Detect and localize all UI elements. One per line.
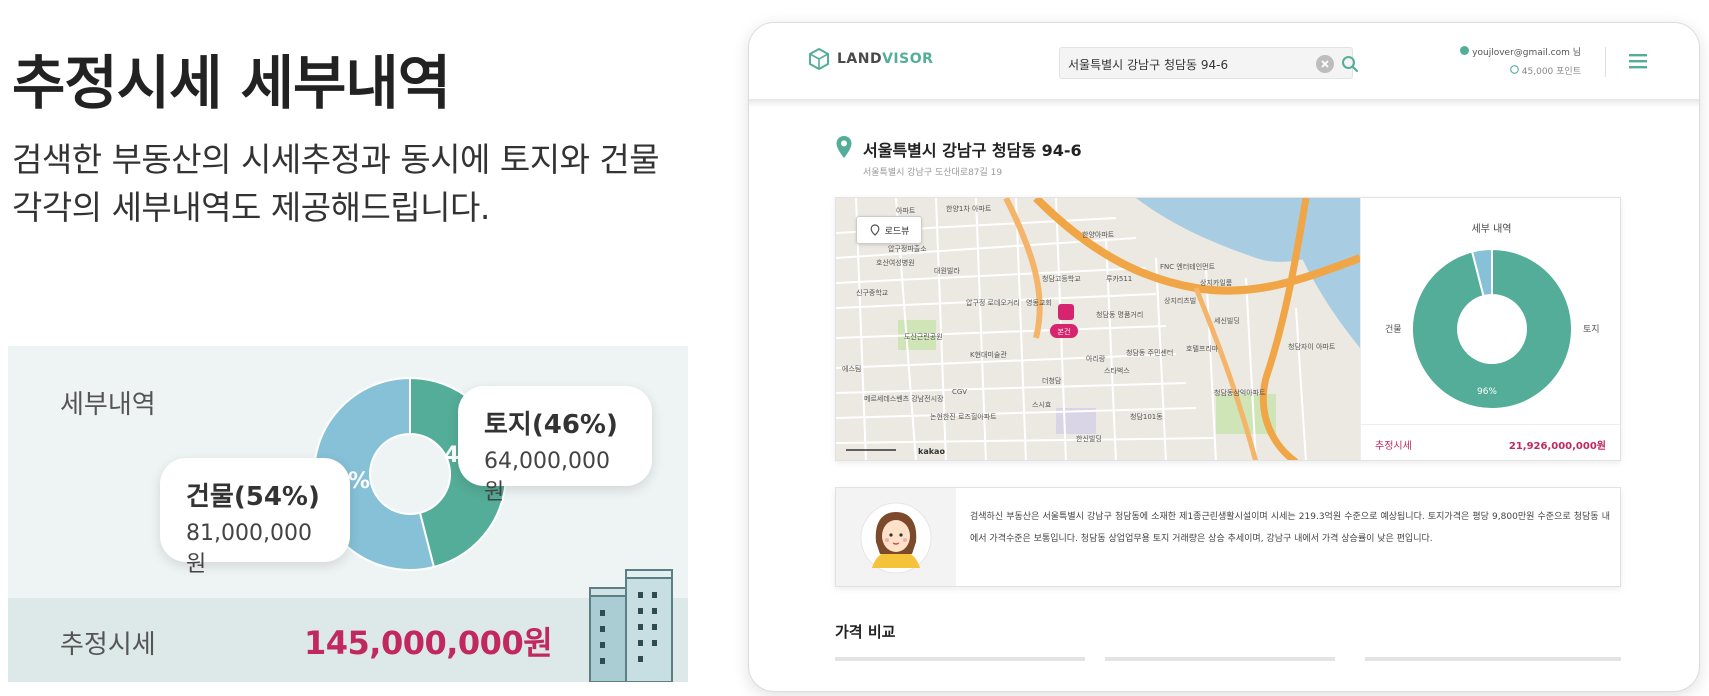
map-place-label: 한양1차 아파트 bbox=[946, 205, 992, 213]
map-place-label: 한신빌딩 bbox=[1076, 435, 1102, 443]
map-place-label: 청담자이 아파트 bbox=[1288, 343, 1336, 351]
land-label: 토지 bbox=[1583, 325, 1600, 335]
target-marker-label: 본건 bbox=[1058, 327, 1071, 336]
map-place-label: 스시효 bbox=[1032, 401, 1052, 409]
promo-subtext: 검색한 부동산의 시세추정과 동시에 토지와 건물 각각의 세부내역도 제공해드… bbox=[12, 140, 660, 227]
map-place-label: 아리랑 bbox=[1086, 355, 1106, 363]
land-share-amount: 64,000,000원 bbox=[484, 449, 610, 505]
map-place-label: 압구정파출소 bbox=[888, 245, 927, 253]
location-pin-icon bbox=[836, 136, 852, 158]
building-label: 건물 bbox=[1385, 325, 1402, 335]
points-icon bbox=[1510, 65, 1519, 74]
map-place-label: 청담동 주민센터 bbox=[1126, 349, 1174, 357]
map-place-label: 신구중학교 bbox=[856, 289, 889, 297]
detail-breakdown-card: 세부내역 % 4 토지(46%) 64,000,000원 건물(54%) 81,… bbox=[8, 346, 688, 682]
map-place-label: 호텔프리마 bbox=[1186, 345, 1219, 353]
building-share-amount: 81,000,000원 bbox=[186, 521, 312, 577]
comparison-tabs-strip bbox=[835, 657, 1621, 663]
headline: 추정시세 세부내역 bbox=[12, 49, 451, 117]
map-place-label: 청담101동 bbox=[1130, 413, 1163, 421]
logo-text-prefix: LAND bbox=[837, 51, 883, 67]
map-place-label: 에스팀 bbox=[842, 365, 862, 373]
donut-percent-label: 96% bbox=[1477, 387, 1497, 397]
price-comparison-title: 가격 비교 bbox=[835, 623, 896, 641]
logo-text-accent: VISOR bbox=[882, 51, 934, 67]
user-email-text: youjlover@gmail.com 님 bbox=[1472, 48, 1581, 58]
user-email: youjlover@gmail.com 님 bbox=[1449, 45, 1581, 58]
building-share-title: 건물(54%) bbox=[186, 482, 320, 512]
map-place-label: 청담고등학교 bbox=[1042, 275, 1081, 283]
map-attribution: kakao bbox=[918, 447, 945, 456]
roadview-button[interactable]: 로드뷰 bbox=[856, 216, 922, 244]
buildings-illustration bbox=[589, 569, 673, 682]
map-place-label: 청담동삼익아파트 bbox=[1214, 389, 1266, 397]
map-place-label: 스타벅스 bbox=[1104, 367, 1130, 375]
donut-peek-left-label: % bbox=[348, 469, 370, 494]
map-place-label: 압구정 로데오거리 bbox=[966, 299, 1020, 307]
map-place-label: 청담동 명품거리 bbox=[1096, 311, 1144, 319]
user-points: 45,000 포인트 bbox=[1449, 64, 1581, 77]
hamburger-menu-icon bbox=[1629, 54, 1647, 69]
map-detail-card: 본건 로드뷰 아파트 한양1차 아파트 압구정파출소 호산여성병원 대원빌라 신… bbox=[835, 197, 1621, 461]
detail-card-title: 세부내역 bbox=[60, 390, 156, 420]
user-icon bbox=[1460, 46, 1470, 55]
app-header: LANDVISOR youjlover@gmail.com 님 45,000 포… bbox=[749, 23, 1699, 99]
land-share-title: 토지(46%) bbox=[484, 410, 618, 440]
land-share-bubble: 토지(46%) 64,000,000원 bbox=[458, 386, 652, 505]
menu-button[interactable] bbox=[1627, 51, 1649, 71]
map-view[interactable]: 본건 로드뷰 아파트 한양1차 아파트 압구정파출소 호산여성병원 대원빌라 신… bbox=[836, 198, 1360, 460]
map-place-label: 상지리츠빌 bbox=[1164, 297, 1197, 305]
close-icon bbox=[1321, 60, 1329, 68]
cube-logo-icon bbox=[809, 47, 829, 71]
search-input[interactable] bbox=[1068, 53, 1288, 75]
estimated-price-label: 추정시세 bbox=[60, 630, 156, 660]
map-place-label: CGV bbox=[952, 388, 968, 396]
map-place-label: 더청담 bbox=[1042, 377, 1062, 385]
map-place-label: 세신빌딩 bbox=[1214, 317, 1240, 325]
search-button[interactable] bbox=[1340, 54, 1360, 74]
address-title: 서울특별시 강남구 청담동 94-6 bbox=[863, 141, 1082, 160]
detail-panel-donut-chart: 96% bbox=[1411, 247, 1573, 410]
map-place-label: 도산근린공원 bbox=[904, 333, 943, 341]
clear-search-button[interactable] bbox=[1316, 55, 1334, 73]
map-place-label: K현대미술관 bbox=[970, 351, 1007, 359]
map-place-label: 영동교회 bbox=[1026, 299, 1052, 307]
map-place-label: 상지카일룸 bbox=[1200, 279, 1233, 287]
roadview-label: 로드뷰 bbox=[884, 226, 910, 237]
landvisor-logo[interactable]: LANDVISOR bbox=[807, 47, 933, 71]
road-address: 서울특별시 강남구 도산대로87길 19 bbox=[863, 168, 1003, 178]
detail-panel: 세부 내역 96% 건물 토지 추정시세 21,926,000,000원 bbox=[1360, 198, 1620, 460]
app-window: LANDVISOR youjlover@gmail.com 님 45,000 포… bbox=[748, 22, 1700, 692]
detail-panel-price-label: 추정시세 bbox=[1375, 441, 1412, 452]
advisor-avatar bbox=[860, 502, 932, 574]
header-shadow bbox=[749, 99, 1699, 107]
detail-panel-price-value: 21,926,000,000원 bbox=[1508, 441, 1606, 452]
map-place-label: 호산여성병원 bbox=[876, 259, 915, 267]
map-place-label: FNC 엔터테인먼트 bbox=[1160, 263, 1216, 271]
logo-text: LANDVISOR bbox=[837, 51, 933, 67]
detail-panel-title: 세부 내역 bbox=[1471, 224, 1512, 235]
search-box bbox=[1059, 47, 1359, 79]
ai-summary-card: 검색하신 부동산은 서울특별시 강남구 청담동에 소재한 제1종근린생활시설이며… bbox=[835, 487, 1621, 587]
map-place-label: 대원빌라 bbox=[934, 267, 960, 275]
map-place-label: 아파트 bbox=[896, 207, 916, 215]
summary-text: 검색하신 부동산은 서울특별시 강남구 청담동에 소재한 제1종근린생활시설이며… bbox=[970, 512, 1610, 544]
user-points-text: 45,000 포인트 bbox=[1521, 67, 1581, 77]
map-place-label: 논현한진 로즈힐아파트 bbox=[930, 413, 997, 421]
map-place-label: 한양아파트 bbox=[1082, 231, 1115, 239]
map-place-label: 메르세데스벤츠 강남전시장 bbox=[864, 395, 944, 403]
map-place-label: 루카511 bbox=[1106, 275, 1133, 283]
search-icon bbox=[1342, 56, 1359, 73]
estimated-price-value: 145,000,000원 bbox=[304, 624, 553, 662]
user-info[interactable]: youjlover@gmail.com 님 45,000 포인트 bbox=[1449, 45, 1581, 77]
header-divider bbox=[1605, 47, 1606, 77]
roadview-pin-icon bbox=[870, 224, 879, 236]
building-share-bubble: 건물(54%) 81,000,000원 bbox=[160, 458, 350, 577]
detail-panel-footer: 추정시세 21,926,000,000원 bbox=[1361, 424, 1620, 460]
